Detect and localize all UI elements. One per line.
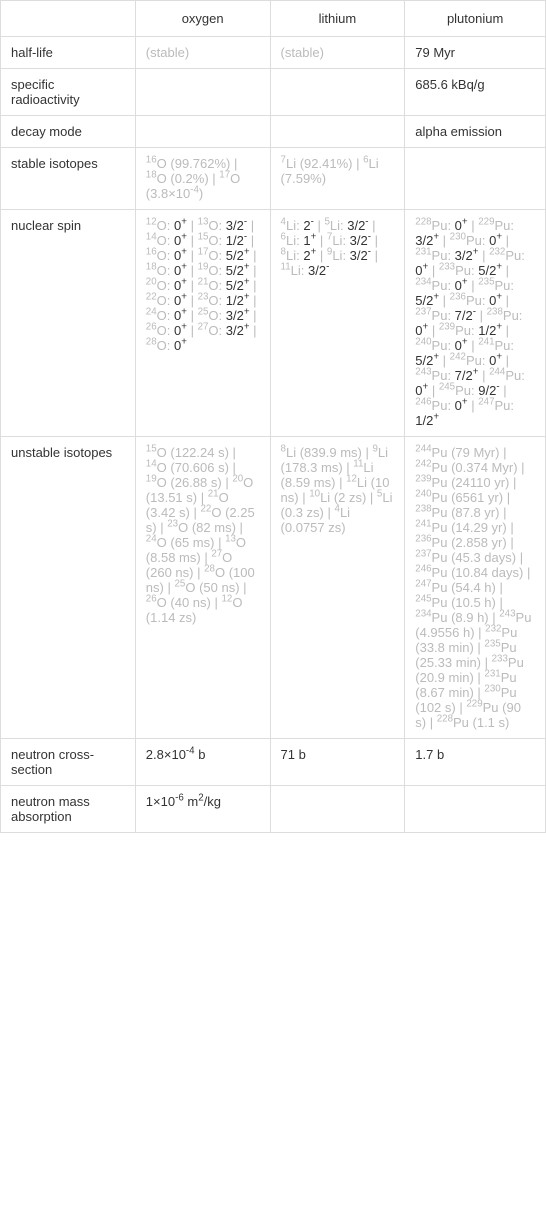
cell-plutonium-specific-radioactivity: 685.6 kBq/g [405,69,546,116]
table-row: unstable isotopes 15O (122.24 s) | 14O (… [1,437,546,739]
row-label-neutron-mass-absorption: neutron mass absorption [1,786,136,833]
cell-plutonium-neutron-cross-section: 1.7 b [405,739,546,786]
row-label-neutron-cross-section: neutron cross-section [1,739,136,786]
header-lithium: lithium [270,1,405,37]
row-label-half-life: half-life [1,37,136,69]
cell-lithium-neutron-cross-section: 71 b [270,739,405,786]
cell-plutonium-stable-isotopes [405,148,546,210]
row-label-nuclear-spin: nuclear spin [1,210,136,437]
row-label-unstable-isotopes: unstable isotopes [1,437,136,739]
cell-lithium-decay-mode [270,116,405,148]
cell-plutonium-half-life: 79 Myr [405,37,546,69]
header-oxygen: oxygen [135,1,270,37]
row-label-stable-isotopes: stable isotopes [1,148,136,210]
table-row: nuclear spin 12O: 0+ | 13O: 3/2- | 14O: … [1,210,546,437]
cell-oxygen-unstable-isotopes: 15O (122.24 s) | 14O (70.606 s) | 19O (2… [135,437,270,739]
row-label-specific-radioactivity: specific radioactivity [1,69,136,116]
header-empty [1,1,136,37]
table-row: decay mode alpha emission [1,116,546,148]
cell-lithium-stable-isotopes: 7Li (92.41%) | 6Li (7.59%) [270,148,405,210]
cell-oxygen-nuclear-spin: 12O: 0+ | 13O: 3/2- | 14O: 0+ | 15O: 1/2… [135,210,270,437]
cell-oxygen-neutron-cross-section: 2.8×10-4 b [135,739,270,786]
cell-plutonium-decay-mode: alpha emission [405,116,546,148]
cell-oxygen-half-life: (stable) [135,37,270,69]
header-plutonium: plutonium [405,1,546,37]
table-row: specific radioactivity 685.6 kBq/g [1,69,546,116]
cell-lithium-neutron-mass-absorption [270,786,405,833]
row-label-decay-mode: decay mode [1,116,136,148]
cell-plutonium-nuclear-spin: 228Pu: 0+ | 229Pu: 3/2+ | 230Pu: 0+ | 23… [405,210,546,437]
table-row: neutron cross-section 2.8×10-4 b 71 b 1.… [1,739,546,786]
cell-oxygen-neutron-mass-absorption: 1×10-6 m2/kg [135,786,270,833]
cell-lithium-nuclear-spin: 4Li: 2- | 5Li: 3/2- | 6Li: 1+ | 7Li: 3/2… [270,210,405,437]
cell-lithium-half-life: (stable) [270,37,405,69]
cell-oxygen-stable-isotopes: 16O (99.762%) | 18O (0.2%) | 17O (3.8×10… [135,148,270,210]
table-row: neutron mass absorption 1×10-6 m2/kg [1,786,546,833]
cell-lithium-unstable-isotopes: 8Li (839.9 ms) | 9Li (178.3 ms) | 11Li (… [270,437,405,739]
isotope-comparison-table: oxygen lithium plutonium half-life (stab… [0,0,546,833]
cell-lithium-specific-radioactivity [270,69,405,116]
cell-oxygen-specific-radioactivity [135,69,270,116]
cell-oxygen-decay-mode [135,116,270,148]
table-row: stable isotopes 16O (99.762%) | 18O (0.2… [1,148,546,210]
cell-plutonium-unstable-isotopes: 244Pu (79 Myr) | 242Pu (0.374 Myr) | 239… [405,437,546,739]
cell-plutonium-neutron-mass-absorption [405,786,546,833]
table-row: half-life (stable) (stable) 79 Myr [1,37,546,69]
